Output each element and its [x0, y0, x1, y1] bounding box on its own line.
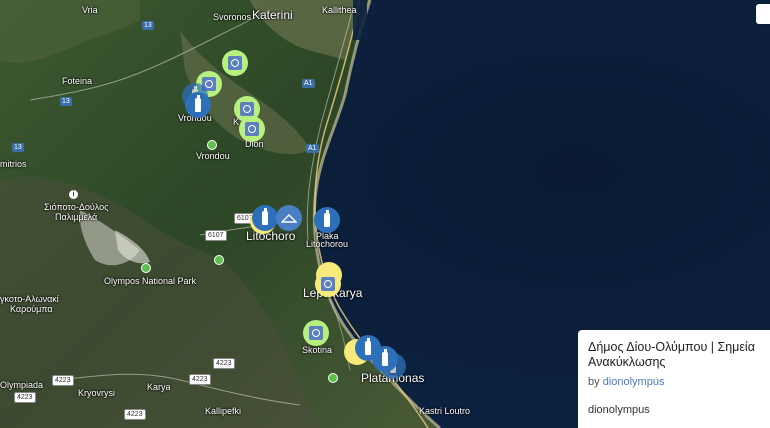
recycling-bin-marker[interactable] [239, 116, 265, 142]
place-label-vrontou: Vrondou [196, 151, 230, 161]
place-label-karya: Karya [147, 382, 171, 392]
road-label-4223c: 4223 [52, 375, 74, 386]
road-label-13c: 13 [12, 143, 24, 152]
glass-bottle-marker[interactable] [185, 92, 211, 118]
glass-bottle-marker[interactable] [314, 207, 340, 233]
park-poi-icon[interactable] [328, 373, 338, 383]
place-label-siopoto: Σιόποτο-Δούλος [44, 202, 109, 212]
recycling-bin-marker[interactable] [222, 50, 248, 76]
map-author-line: by dionolympus [588, 376, 760, 388]
glass-bottle-marker[interactable] [372, 346, 398, 372]
road-label-4223a: 4223 [213, 358, 235, 369]
road-label-4223d: 4223 [124, 409, 146, 420]
recycling-bin-icon [321, 277, 335, 291]
road-label-a1b: A1 [306, 144, 319, 153]
recycling-bin-icon [240, 102, 254, 116]
glass-bottle-marker[interactable] [252, 205, 278, 231]
park-poi-icon[interactable] [214, 255, 224, 265]
place-label-olympiada: Olympiada [0, 380, 44, 390]
place-label-skotina: Skotina [302, 345, 333, 355]
map-info-card: Δήμος Δίου-Ολύμπου | Σημεία Ανακύκλωσης … [578, 330, 770, 428]
recycling-bin-marker[interactable] [303, 320, 329, 346]
clothes-icon [281, 214, 297, 223]
place-label-kryovrysi: Kryovrysi [78, 388, 116, 398]
bottle-icon [262, 208, 268, 225]
place-label-mitrios: mitrios [0, 159, 27, 169]
bottle-icon [365, 338, 371, 355]
by-prefix: by [588, 376, 600, 388]
recycling-bin-icon [245, 122, 259, 136]
bottle-icon [195, 95, 201, 112]
place-label-litochoro: Litochoro [246, 229, 296, 243]
place-label-plaka-litochorou: Litochorou [306, 239, 349, 249]
road-label-13a: 13 [142, 21, 154, 30]
place-label-kastri: Kastri Loutro [419, 406, 471, 416]
place-label-palimmela: Παλιμμελά [55, 212, 98, 222]
road-label-13b: 13 [60, 97, 72, 106]
place-label-svoronos: Svoronos [213, 12, 252, 22]
place-label-agkoto: γκοτο-Αλωνακί [0, 294, 59, 304]
road-label-4223b: 4223 [189, 374, 211, 385]
bottle-icon [382, 349, 388, 366]
road-label-6107b: 6107 [205, 230, 227, 241]
place-label-kallithea: Kallithea [322, 5, 357, 15]
place-label-foteina: Foteina [62, 76, 93, 86]
place-label-karoumpa: Καρούμπα [10, 304, 53, 314]
map-title: Δήμος Δίου-Ολύμπου | Σημεία Ανακύκλωσης [588, 340, 755, 369]
park-poi-icon[interactable] [141, 263, 151, 273]
recycling-bin-marker[interactable] [315, 271, 341, 297]
recycling-bin-icon [309, 326, 323, 340]
place-label-olympos-np: Olympos National Park [104, 276, 197, 286]
place-label-katerini: Katerini [252, 8, 293, 22]
bottle-icon [324, 210, 330, 227]
park-poi-icon[interactable] [207, 140, 217, 150]
map-owner: dionolympus [588, 404, 650, 416]
map-control-button[interactable] [756, 4, 770, 24]
info-poi-icon[interactable]: i [69, 190, 78, 199]
place-label-kallipefki: Kallipefki [205, 406, 242, 416]
place-label-k: K [233, 117, 240, 127]
recycling-bin-icon [228, 56, 242, 70]
clothes-bin-marker[interactable] [276, 205, 302, 231]
place-label-vria: Vria [82, 5, 98, 15]
road-label-4223e: 4223 [14, 392, 36, 403]
road-label-a1a: A1 [302, 79, 315, 88]
author-link[interactable]: dionolympus [603, 376, 665, 388]
